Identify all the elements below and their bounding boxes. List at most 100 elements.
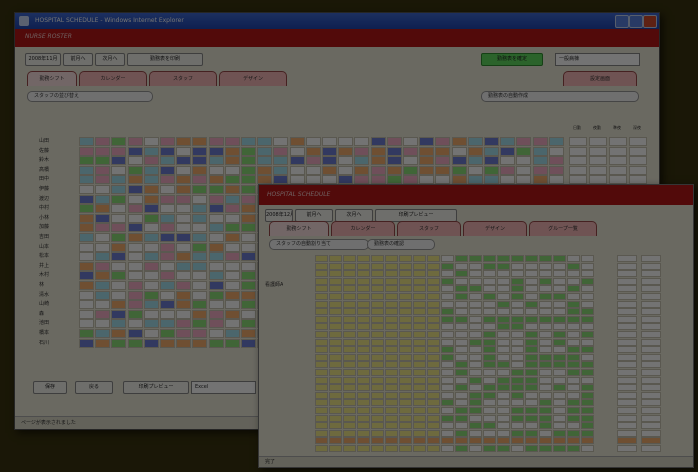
shift-cell[interactable] bbox=[143, 175, 159, 185]
shift-cell-2[interactable] bbox=[483, 293, 496, 300]
shift-cell[interactable] bbox=[160, 271, 175, 281]
shift-cell-2[interactable] bbox=[483, 338, 496, 346]
shift-cell-2[interactable] bbox=[357, 255, 370, 262]
shift-cell-2[interactable] bbox=[441, 255, 454, 262]
shift-cell-2[interactable] bbox=[567, 437, 580, 445]
shift-cell-2[interactable] bbox=[413, 315, 426, 323]
shift-cell[interactable] bbox=[95, 300, 111, 310]
shift-cell-2[interactable] bbox=[315, 445, 328, 452]
shift-cell-2[interactable] bbox=[343, 331, 356, 338]
shift-cell-2[interactable] bbox=[539, 361, 552, 369]
shift-cell-2[interactable] bbox=[525, 369, 538, 376]
shift-cell-2[interactable] bbox=[567, 414, 580, 422]
shift-cell[interactable] bbox=[289, 137, 305, 146]
shift-cell-2[interactable] bbox=[399, 331, 412, 338]
shift-cell[interactable] bbox=[241, 146, 256, 156]
shift-cell-2[interactable] bbox=[567, 353, 580, 361]
shift-cell[interactable] bbox=[224, 156, 240, 166]
shift-cell-2[interactable] bbox=[511, 361, 524, 369]
shift-cell[interactable] bbox=[95, 281, 111, 290]
shift-cell[interactable] bbox=[127, 185, 143, 194]
shift-cell[interactable] bbox=[95, 194, 111, 204]
shift-cell-2[interactable] bbox=[455, 407, 468, 414]
shift-cell-2[interactable] bbox=[329, 300, 342, 308]
shift-cell[interactable] bbox=[192, 338, 208, 348]
shift-cell[interactable] bbox=[192, 261, 208, 271]
shift-cell-2[interactable] bbox=[357, 422, 370, 430]
auto-assign-button[interactable]: スタッフの自動割り当て bbox=[269, 239, 369, 250]
shift-cell-2[interactable] bbox=[315, 422, 328, 430]
shift-cell[interactable] bbox=[192, 194, 208, 204]
shift-cell[interactable] bbox=[257, 146, 273, 156]
shift-cell[interactable] bbox=[548, 165, 564, 175]
shift-cell-2[interactable] bbox=[483, 323, 496, 331]
shift-cell-2[interactable] bbox=[427, 369, 440, 376]
shift-cell-2[interactable] bbox=[357, 331, 370, 338]
shift-cell[interactable] bbox=[208, 175, 224, 185]
shift-cell[interactable] bbox=[176, 281, 192, 290]
shift-cell-2[interactable] bbox=[469, 369, 482, 376]
shift-cell[interactable] bbox=[370, 146, 386, 156]
print-schedule-button[interactable]: 勤務表を印刷 bbox=[127, 53, 203, 66]
shift-cell-2[interactable] bbox=[539, 369, 552, 376]
shift-cell[interactable] bbox=[208, 338, 224, 348]
shift-cell[interactable] bbox=[386, 146, 402, 156]
shift-cell[interactable] bbox=[208, 290, 224, 300]
shift-cell[interactable] bbox=[176, 204, 192, 214]
shift-cell-2[interactable] bbox=[413, 353, 426, 361]
shift-cell-2[interactable] bbox=[539, 262, 552, 270]
shift-cell-2[interactable] bbox=[399, 262, 412, 270]
shift-cell[interactable] bbox=[338, 156, 354, 166]
shift-cell[interactable] bbox=[500, 146, 516, 156]
tab-design-2[interactable]: デザイン bbox=[463, 221, 527, 236]
shift-cell[interactable] bbox=[79, 261, 94, 271]
shift-cell[interactable] bbox=[192, 252, 208, 262]
shift-cell-2[interactable] bbox=[329, 353, 342, 361]
shift-cell[interactable] bbox=[435, 156, 451, 166]
shift-cell[interactable] bbox=[127, 338, 143, 348]
shift-cell-2[interactable] bbox=[385, 315, 398, 323]
shift-cell-2[interactable] bbox=[315, 331, 328, 338]
shift-cell-2[interactable] bbox=[427, 255, 440, 262]
shift-cell-2[interactable] bbox=[469, 361, 482, 369]
shift-cell[interactable] bbox=[111, 137, 127, 146]
shift-cell[interactable] bbox=[143, 271, 159, 281]
auto-create-button[interactable]: 勤務表の自動作成 bbox=[481, 91, 639, 102]
shift-cell[interactable] bbox=[127, 137, 143, 146]
shift-cell-2[interactable] bbox=[343, 414, 356, 422]
shift-cell-2[interactable] bbox=[469, 407, 482, 414]
shift-cell-2[interactable] bbox=[441, 262, 454, 270]
shift-cell-2[interactable] bbox=[371, 429, 384, 437]
shift-cell[interactable] bbox=[176, 261, 192, 271]
shift-cell[interactable] bbox=[79, 338, 94, 348]
shift-cell-2[interactable] bbox=[553, 437, 566, 445]
shift-cell[interactable] bbox=[79, 185, 94, 194]
shift-cell-2[interactable] bbox=[553, 399, 566, 407]
shift-cell-2[interactable] bbox=[427, 407, 440, 414]
shift-cell[interactable] bbox=[143, 261, 159, 271]
shift-cell[interactable] bbox=[160, 319, 175, 329]
shift-cell-2[interactable] bbox=[511, 414, 524, 422]
shift-cell[interactable] bbox=[192, 319, 208, 329]
shift-cell[interactable] bbox=[224, 204, 240, 214]
shift-cell-2[interactable] bbox=[581, 414, 594, 422]
shift-cell-2[interactable] bbox=[567, 300, 580, 308]
shift-cell[interactable] bbox=[241, 319, 256, 329]
shift-cell-2[interactable] bbox=[455, 399, 468, 407]
shift-cell-2[interactable] bbox=[315, 270, 328, 278]
shift-cell[interactable] bbox=[111, 281, 127, 290]
shift-cell-2[interactable] bbox=[483, 361, 496, 369]
shift-cell-2[interactable] bbox=[441, 293, 454, 300]
shift-cell-2[interactable] bbox=[511, 331, 524, 338]
shift-cell[interactable] bbox=[95, 271, 111, 281]
shift-cell-2[interactable] bbox=[329, 338, 342, 346]
shift-cell-2[interactable] bbox=[427, 270, 440, 278]
shift-cell-2[interactable] bbox=[511, 315, 524, 323]
shift-cell[interactable] bbox=[79, 233, 94, 242]
shift-cell[interactable] bbox=[127, 252, 143, 262]
shift-cell-2[interactable] bbox=[427, 429, 440, 437]
shift-cell-2[interactable] bbox=[413, 300, 426, 308]
shift-cell[interactable] bbox=[273, 156, 289, 166]
shift-cell[interactable] bbox=[192, 137, 208, 146]
shift-cell-2[interactable] bbox=[469, 346, 482, 354]
